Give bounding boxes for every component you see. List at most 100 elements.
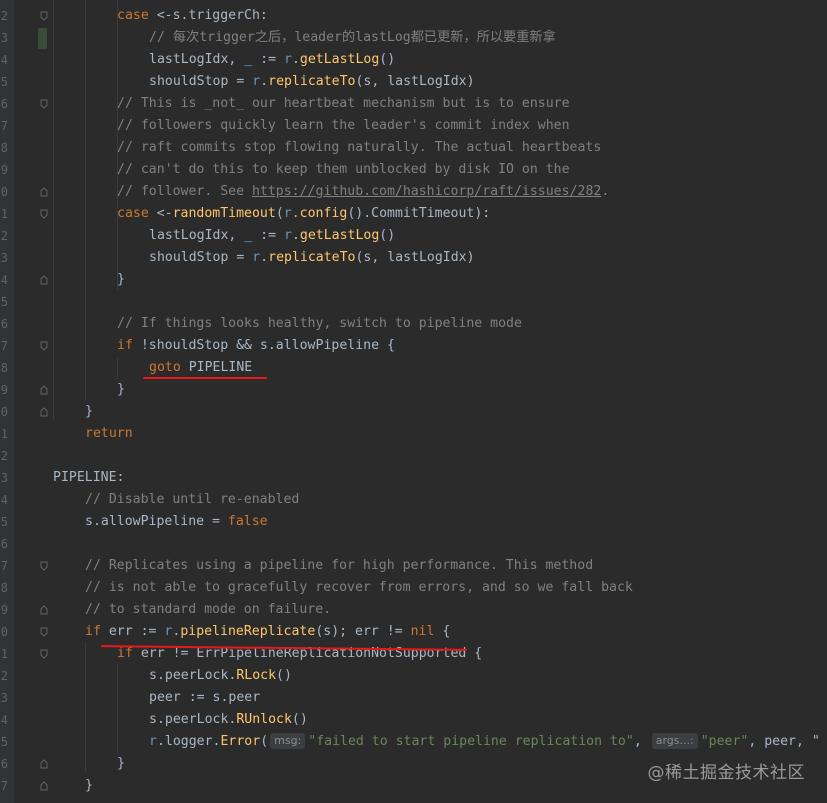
code-text: lastLogIdx, _ := r.getLastLog() <box>149 52 396 67</box>
line-number: 7 <box>0 559 8 573</box>
issue-link[interactable]: https://github.com/hashicorp/raft/issues… <box>252 184 601 199</box>
fold-icon[interactable] <box>40 209 48 219</box>
fold-icon[interactable] <box>40 605 48 615</box>
code-text: peer := s.peer <box>149 690 261 705</box>
code-line[interactable]: 9 // to standard mode on failure. <box>0 599 827 621</box>
line-number: 2 <box>0 229 8 243</box>
line-number: 5 <box>0 75 8 89</box>
code-text: case <-s.triggerCh: <box>117 8 268 23</box>
code-comment: // followers quickly learn the leader's … <box>117 118 570 133</box>
code-text: } <box>117 382 125 397</box>
line-number: 0 <box>0 625 8 639</box>
fold-icon[interactable] <box>40 275 48 285</box>
fold-icon[interactable] <box>40 561 48 571</box>
line-number: 4 <box>0 713 8 727</box>
fold-icon[interactable] <box>40 99 48 109</box>
code-text: if !shouldStop && s.allowPipeline { <box>117 338 395 353</box>
code-text: case <-randomTimeout(r.config().CommitTi… <box>117 206 491 221</box>
code-text: s.allowPipeline = false <box>85 514 268 529</box>
line-number: 1 <box>0 427 8 441</box>
code-label: PIPELINE: <box>53 470 125 485</box>
line-number: 4 <box>0 273 8 287</box>
code-comment: // follower. See https://github.com/hash… <box>117 184 610 199</box>
line-number: 3 <box>0 31 8 45</box>
param-hint-msg: msg: <box>270 733 306 749</box>
line-number: 2 <box>0 9 8 23</box>
code-text: s.peerLock.RLock() <box>149 668 292 683</box>
code-line[interactable]: 6 // This is _not_ our heartbeat mechani… <box>0 93 827 115</box>
code-editor[interactable]: 2 case <-s.triggerCh: 3 // 每次trigger之后，l… <box>0 0 827 803</box>
code-line[interactable]: 5 s.allowPipeline = false <box>0 511 827 533</box>
code-line[interactable]: 0 if err := r.pipelineReplicate(s); err … <box>0 621 827 643</box>
code-text: if err := r.pipelineReplicate(s); err !=… <box>85 624 451 639</box>
line-number: 2 <box>0 449 8 463</box>
fold-icon[interactable] <box>40 385 48 395</box>
line-number: 9 <box>0 383 8 397</box>
code-line[interactable]: 8 goto PIPELINE <box>0 357 827 379</box>
fold-icon[interactable] <box>40 187 48 197</box>
code-comment: // 每次trigger之后，leader的lastLog都已更新，所以要重新拿 <box>149 30 556 45</box>
code-line[interactable]: 3 shouldStop = r.replicateTo(s, lastLogI… <box>0 247 827 269</box>
watermark: @稀土掘金技术社区 <box>647 763 805 783</box>
code-comment: // If things looks healthy, switch to pi… <box>117 316 522 331</box>
code-line[interactable]: 7 // followers quickly learn the leader'… <box>0 115 827 137</box>
code-comment: // Replicates using a pipeline for high … <box>85 558 594 573</box>
code-line[interactable]: 4 lastLogIdx, _ := r.getLastLog() <box>0 49 827 71</box>
code-line[interactable]: 0 // follower. See https://github.com/ha… <box>0 181 827 203</box>
fold-icon[interactable] <box>40 781 48 791</box>
code-line[interactable]: 7 if !shouldStop && s.allowPipeline { <box>0 335 827 357</box>
code-line[interactable]: 6 // If things looks healthy, switch to … <box>0 313 827 335</box>
code-line[interactable]: 2 lastLogIdx, _ := r.getLastLog() <box>0 225 827 247</box>
line-number: 4 <box>0 53 8 67</box>
line-number: 0 <box>0 405 8 419</box>
code-line[interactable]: 0 } <box>0 401 827 423</box>
code-line[interactable]: 2 <box>0 445 827 467</box>
line-number: 6 <box>0 317 8 331</box>
line-number: 2 <box>0 669 8 683</box>
code-line[interactable]: 3 PIPELINE: <box>0 467 827 489</box>
code-text: } <box>117 756 125 771</box>
code-line[interactable]: 8 // raft commits stop flowing naturally… <box>0 137 827 159</box>
line-number: 6 <box>0 97 8 111</box>
line-number: 8 <box>0 141 8 155</box>
code-line[interactable]: 3 // 每次trigger之后，leader的lastLog都已更新，所以要重… <box>0 27 827 49</box>
line-number: 6 <box>0 537 8 551</box>
code-text: lastLogIdx, _ := r.getLastLog() <box>149 228 396 243</box>
annotation-underline-goto <box>143 377 267 379</box>
fold-icon[interactable] <box>40 407 48 417</box>
fold-icon[interactable] <box>40 627 48 637</box>
fold-icon[interactable] <box>40 341 48 351</box>
code-comment: // can't do this to keep them unblocked … <box>117 162 570 177</box>
code-line[interactable]: 2 s.peerLock.RLock() <box>0 665 827 687</box>
code-text: r.logger.Error(msg: "failed to start pipe… <box>149 733 820 749</box>
code-line[interactable]: 4 } <box>0 269 827 291</box>
code-line[interactable]: 2 case <-s.triggerCh: <box>0 5 827 27</box>
code-line[interactable]: 1 return <box>0 423 827 445</box>
code-text: s.peerLock.RUnlock() <box>149 712 308 727</box>
code-line[interactable]: 3 peer := s.peer <box>0 687 827 709</box>
line-number: 3 <box>0 471 8 485</box>
line-number: 9 <box>0 163 8 177</box>
code-line[interactable]: 1 case <-randomTimeout(r.config().Commit… <box>0 203 827 225</box>
code-line[interactable]: 7 // Replicates using a pipeline for hig… <box>0 555 827 577</box>
code-line[interactable]: 4 // Disable until re-enabled <box>0 489 827 511</box>
code-text: } <box>85 404 93 419</box>
fold-icon[interactable] <box>40 649 48 659</box>
fold-icon[interactable] <box>40 11 48 21</box>
code-line[interactable]: 6 <box>0 533 827 555</box>
code-text: } <box>117 272 125 287</box>
code-line[interactable]: 9 // can't do this to keep them unblocke… <box>0 159 827 181</box>
line-number: 3 <box>0 251 8 265</box>
line-number: 7 <box>0 339 8 353</box>
code-line[interactable]: 8 // is not able to gracefully recover f… <box>0 577 827 599</box>
code-line[interactable]: 5 shouldStop = r.replicateTo(s, lastLogI… <box>0 71 827 93</box>
line-number: 5 <box>0 295 8 309</box>
fold-icon[interactable] <box>40 759 48 769</box>
line-number: 0 <box>0 185 8 199</box>
line-number: 3 <box>0 691 8 705</box>
code-line[interactable]: 5 r.logger.Error(msg: "failed to start pi… <box>0 731 827 753</box>
code-line[interactable]: 4 s.peerLock.RUnlock() <box>0 709 827 731</box>
line-number: 6 <box>0 757 8 771</box>
code-line[interactable]: 5 <box>0 291 827 313</box>
code-line[interactable]: 9 } <box>0 379 827 401</box>
